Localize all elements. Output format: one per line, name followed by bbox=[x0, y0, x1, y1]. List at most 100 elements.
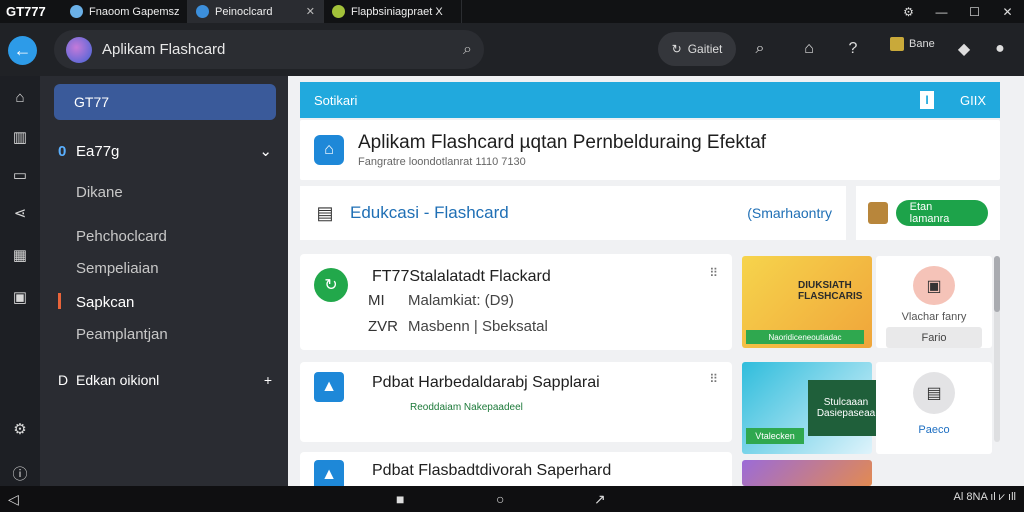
thumbnail-caption: DIUKSIATH FLASHCARIS bbox=[798, 280, 863, 302]
back-button[interactable]: ← bbox=[8, 36, 37, 65]
tab-1-label: Fnaoom Gapemsz bbox=[89, 5, 179, 18]
drag-handle-icon[interactable]: ⠿ bbox=[709, 372, 718, 386]
gear-icon[interactable]: ⚙ bbox=[9, 418, 31, 440]
tab-2-close-icon[interactable]: ✕ bbox=[306, 5, 315, 18]
side-card-button[interactable]: Fario bbox=[886, 327, 982, 348]
group-1-number: 0 bbox=[58, 142, 67, 160]
tab-3-label: Flapbsiniagpraet X bbox=[351, 5, 443, 18]
info-icon[interactable]: ⓘ bbox=[9, 462, 31, 484]
search-input[interactable]: Aplikam Flashcard bbox=[102, 41, 453, 58]
tab-1-icon bbox=[70, 5, 83, 18]
card-row: MI Malamkiat: (D9) bbox=[368, 292, 514, 309]
theme-icon[interactable]: ◆ bbox=[952, 37, 976, 61]
cards-icon[interactable]: ▭ bbox=[9, 164, 31, 186]
promo-button[interactable]: Etan lamanra bbox=[895, 200, 988, 226]
flashcard-item[interactable]: ▲ Pdbat Harbedaldarabj Sapplarai Reoddai… bbox=[300, 362, 732, 442]
help-icon[interactable]: ? bbox=[841, 37, 865, 61]
close-icon[interactable]: ✕ bbox=[991, 5, 1024, 19]
document-icon: ▤ bbox=[316, 202, 334, 223]
home-icon[interactable]: ⌂ bbox=[314, 135, 344, 165]
home-icon[interactable]: ⌂ bbox=[9, 86, 31, 108]
page-title: Aplikam Flashcard µqtan Pernbelduraing E… bbox=[358, 132, 767, 153]
flashcard-item[interactable]: ▲ Pdbat Flasbadtdivorah Saperhard bbox=[300, 452, 732, 486]
flashcard-item[interactable]: ↻ FT77Stalalatadt Flackard MI Malamkiat:… bbox=[300, 254, 732, 350]
scrollbar[interactable] bbox=[994, 256, 1000, 442]
thumbnail-bar: Naoridiceneoutiadac bbox=[746, 330, 864, 344]
sidebar-group-1[interactable]: 0 Ea77g ⌄ bbox=[58, 142, 272, 161]
search-icon[interactable]: ⌕ bbox=[748, 37, 772, 61]
card-title: FT77Stalalatadt Flackard bbox=[372, 268, 551, 285]
tab-2-label: Peinoclcard bbox=[215, 5, 273, 18]
sidebar-item-selected[interactable]: Sapkcan bbox=[76, 294, 134, 311]
sidebar-item[interactable]: Dikane bbox=[76, 184, 123, 201]
tab-2-icon bbox=[196, 5, 209, 18]
chevron-down-icon: ⌄ bbox=[259, 143, 272, 160]
window-tab-1[interactable]: Fnaoom Gapemsz bbox=[62, 0, 188, 23]
group-1-label: Ea77g bbox=[76, 142, 120, 160]
group-2-number: D bbox=[58, 372, 69, 388]
category-title: Edukcasi - Flashcard bbox=[350, 203, 509, 222]
page-subtitle: Fangratre loondotlanrat 1110 7130 bbox=[358, 156, 526, 168]
card-row-value: Masbenn | Sbeksatal bbox=[408, 318, 548, 335]
app-logo-icon bbox=[66, 36, 92, 63]
thumbnail-image[interactable]: DIUKSIATH FLASHCARIS Naoridiceneoutiadac bbox=[742, 256, 872, 348]
window-tab-strip: GT777 Fnaoom Gapemsz Peinoclcard ✕ Flapb… bbox=[0, 0, 1024, 23]
sidebar: GT77 0 Ea77g ⌄ Dikane Pehchoclcard Sempe… bbox=[40, 76, 288, 486]
info-icon[interactable]: I bbox=[919, 91, 934, 109]
minimize-icon[interactable]: — bbox=[925, 5, 958, 19]
window-tab-3[interactable]: Flapbsiniagpraet X bbox=[324, 0, 462, 23]
bookmark-icon[interactable]: ⌂ bbox=[797, 37, 821, 61]
group-2-label: Edkan oikionl bbox=[76, 372, 160, 388]
screen-icon[interactable]: ▣ bbox=[9, 286, 31, 308]
system-nav-bar: ◁ ■ ○ ↗ Al 8NA ıl ⩗ ıll bbox=[0, 486, 1024, 512]
window-tab-2[interactable]: Peinoclcard ✕ bbox=[188, 0, 324, 23]
chart-icon[interactable]: ▦ bbox=[9, 244, 31, 266]
banner-title: Sotikari bbox=[314, 92, 358, 108]
thumbnail-caption: Stulcaaan Dasiepaseaa bbox=[808, 380, 884, 436]
pill-button-label: Gaitiet bbox=[687, 42, 723, 56]
search-icon[interactable]: ⌕ bbox=[463, 41, 472, 59]
pill-button[interactable]: ↻ Gaitiet bbox=[658, 32, 736, 66]
banner-right-label[interactable]: GIIX bbox=[960, 93, 986, 108]
sidebar-active-item[interactable]: GT77 bbox=[54, 84, 276, 120]
scrollbar-thumb[interactable] bbox=[994, 256, 1000, 312]
window-controls: ⚙ — ☐ ✕ bbox=[892, 0, 1024, 23]
top-bar: ← Aplikam Flashcard ⌕ ↻ Gaitiet ⌕ ⌂ ? Ba… bbox=[0, 23, 1024, 76]
nav-share-icon[interactable]: ↗ bbox=[594, 491, 606, 508]
nav-back-icon[interactable]: ◁ bbox=[8, 491, 19, 508]
icon-rail: ⌂ ▥ ▭ ⋖ ▦ ▣ ⚙ ⓘ bbox=[0, 76, 40, 486]
share-icon[interactable]: ⋖ bbox=[9, 202, 31, 224]
chart-icon: ▲ bbox=[314, 460, 344, 486]
drag-handle-icon[interactable]: ⠿ bbox=[709, 266, 718, 280]
settings-icon[interactable]: ⚙ bbox=[892, 5, 925, 19]
main-content: Sotikari I GIIX ⌂ Aplikam Flashcard µqta… bbox=[288, 76, 1024, 486]
thumbnail-image[interactable]: Stulcaaan Dasiepaseaa Vtalecken bbox=[742, 362, 884, 454]
thumbnail-image[interactable] bbox=[742, 460, 872, 486]
nav-home-icon[interactable]: ○ bbox=[496, 491, 504, 507]
library-icon[interactable]: ▥ bbox=[9, 126, 31, 148]
sidebar-item[interactable]: Pehchoclcard bbox=[76, 228, 167, 245]
maximize-icon[interactable]: ☐ bbox=[958, 5, 991, 19]
category-bar: ▤ Edukcasi - Flashcard (Smarhaontry bbox=[300, 186, 846, 240]
tab-3-icon bbox=[332, 5, 345, 18]
user-chip[interactable]: Bane bbox=[890, 37, 935, 51]
avatar[interactable]: ● bbox=[988, 37, 1012, 61]
category-filter[interactable]: (Smarhaontry bbox=[747, 205, 832, 221]
refresh-icon: ↻ bbox=[314, 268, 348, 302]
card-meta: Reoddaiam Nakepaadeel bbox=[410, 402, 523, 413]
side-card-caption: Vlachar fanry bbox=[901, 311, 967, 324]
calendar-icon: ▣ bbox=[913, 266, 955, 306]
sidebar-item[interactable]: Peamplantjan bbox=[76, 326, 168, 343]
card-title: Pdbat Flasbadtdivorah Saperhard bbox=[372, 462, 612, 479]
side-card-link[interactable]: Paeco bbox=[918, 424, 949, 436]
promo-card: Etan lamanra bbox=[856, 186, 1000, 240]
plus-icon: + bbox=[263, 372, 272, 388]
nav-recents-icon[interactable]: ■ bbox=[396, 491, 404, 507]
sidebar-item[interactable]: Sempeliaian bbox=[76, 260, 159, 277]
page-header-card: ⌂ Aplikam Flashcard µqtan Pernbelduraing… bbox=[300, 120, 1000, 180]
sidebar-group-2[interactable]: D Edkan oikionl + bbox=[58, 372, 272, 388]
side-card: ▣ Vlachar fanry Fario bbox=[876, 256, 992, 348]
search-bar[interactable]: Aplikam Flashcard ⌕ bbox=[54, 30, 484, 69]
thumbnail-bar: Vtalecken bbox=[746, 428, 804, 444]
selection-marker bbox=[58, 293, 61, 309]
